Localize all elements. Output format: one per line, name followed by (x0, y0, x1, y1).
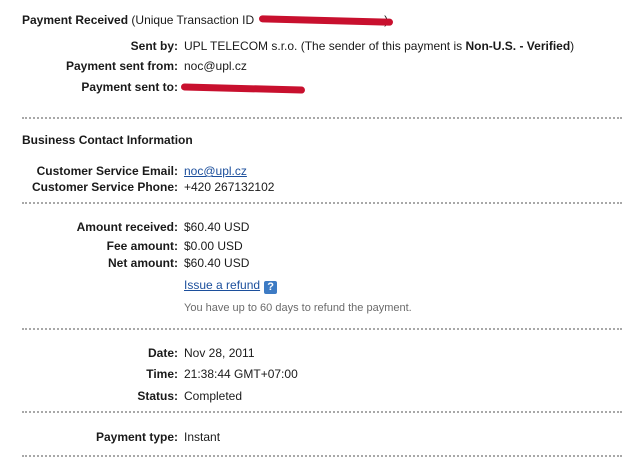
cs-email-label: Customer Service Email: (36, 164, 178, 178)
fee-amount-value: $0.00 USD (184, 239, 243, 253)
issue-refund-link[interactable]: Issue a refund (184, 278, 260, 292)
time-value: 21:38:44 GMT+07:00 (184, 367, 298, 381)
separator (22, 455, 622, 457)
cs-phone-value: +420 267132102 (184, 180, 275, 194)
cs-email-link[interactable]: noc@upl.cz (184, 164, 247, 179)
sent-by-value: UPL TELECOM s.r.o. (The sender of this p… (184, 39, 574, 54)
net-amount-value: $60.40 USD (184, 256, 250, 270)
payment-type-value: Instant (184, 430, 221, 444)
date-label: Date: (147, 346, 178, 360)
refund-row: Issue a refund? (184, 278, 278, 294)
separator (22, 202, 622, 204)
sent-by-note-suffix: ) (570, 39, 575, 53)
amount-received-value: $60.40 USD (184, 220, 250, 234)
cs-phone-label: Customer Service Phone: (31, 180, 178, 194)
page-title: Payment Received (22, 13, 129, 27)
sent-by-label: Sent by: (130, 39, 178, 53)
refund-note: You have up to 60 days to refund the pay… (184, 302, 412, 314)
separator (22, 411, 622, 413)
sent-to-redaction (180, 83, 306, 94)
status-value: Completed (184, 389, 243, 403)
transaction-id-prefix: (Unique Transaction ID (131, 13, 255, 27)
sent-by-name: UPL TELECOM s.r.o. (184, 39, 298, 53)
payment-type-label: Payment type: (95, 430, 178, 444)
business-section-title: Business Contact Information (22, 133, 193, 147)
date-value: Nov 28, 2011 (184, 346, 255, 360)
fee-amount-label: Fee amount: (106, 239, 178, 253)
sent-from-value: noc@upl.cz (184, 59, 247, 73)
sent-by-note-prefix: (The sender of this payment is (300, 39, 463, 53)
status-label: Status: (137, 389, 178, 403)
sent-from-label: Payment sent from: (65, 59, 178, 73)
time-label: Time: (146, 367, 178, 381)
separator (22, 117, 622, 119)
sent-to-label: Payment sent to: (81, 80, 178, 94)
net-amount-label: Net amount: (108, 256, 178, 270)
separator (22, 328, 622, 330)
help-icon[interactable]: ? (264, 281, 278, 294)
sender-verification-status: Non-U.S. - Verified (465, 39, 571, 53)
amount-received-label: Amount received: (76, 220, 178, 234)
